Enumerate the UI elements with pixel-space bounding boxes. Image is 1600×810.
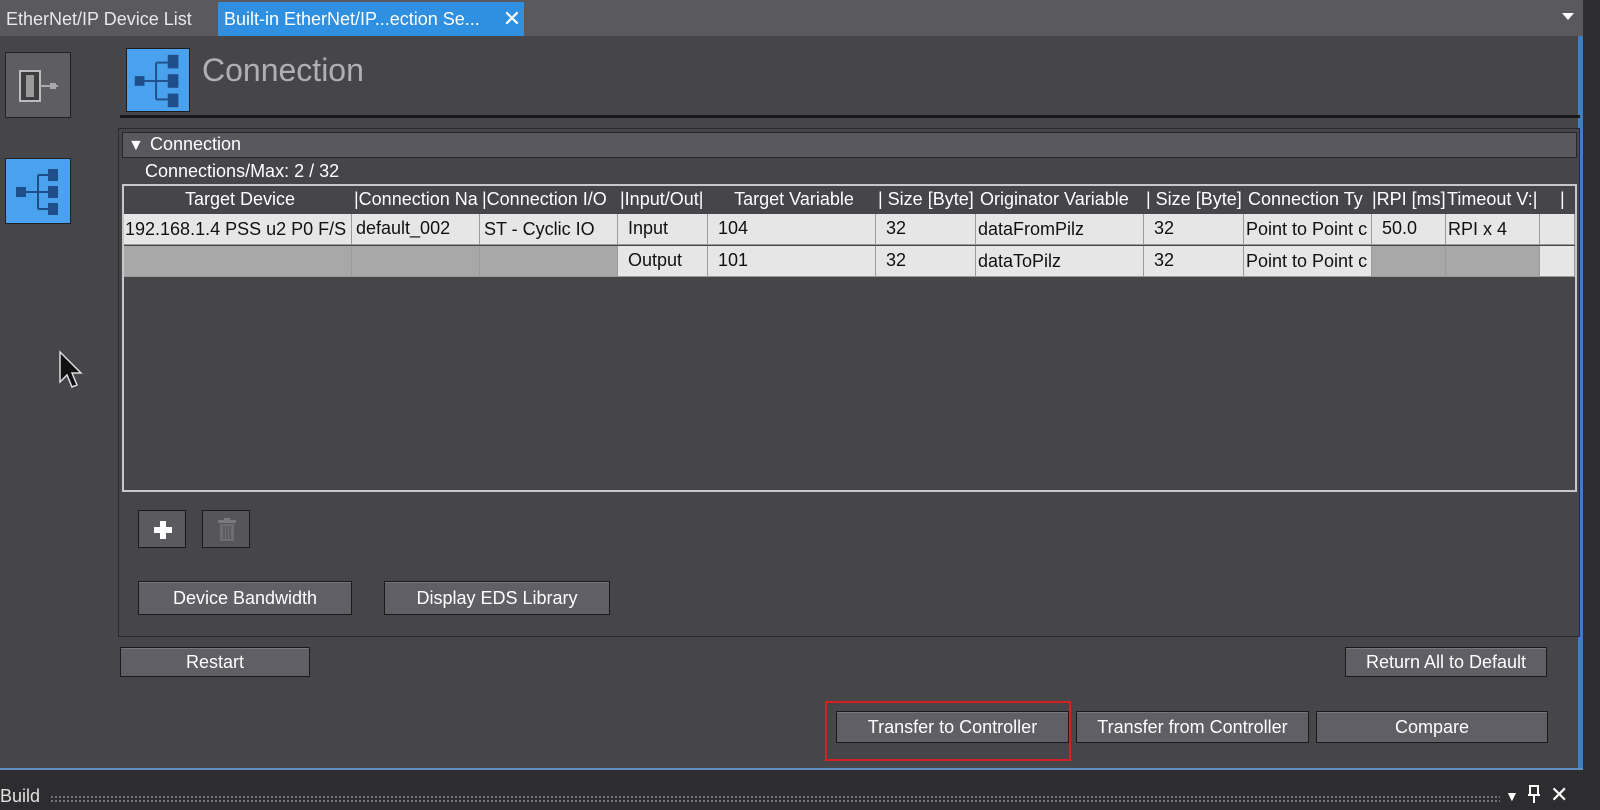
column-header[interactable]: |Connection I/O	[482, 186, 620, 212]
table-cell[interactable]	[1372, 246, 1446, 277]
table-cell[interactable]: dataFromPilz	[976, 214, 1144, 245]
transfer-from-controller-button[interactable]: Transfer from Controller	[1076, 711, 1309, 743]
column-header[interactable]: Originator Variable	[980, 186, 1144, 212]
section-title: Connection	[150, 134, 242, 154]
table-cell[interactable]: 32	[876, 246, 976, 277]
column-header[interactable]: | Size [Byte] |	[878, 186, 978, 212]
drag-grip[interactable]	[50, 795, 1500, 803]
table-cell[interactable]: dataToPilz	[976, 246, 1144, 277]
restart-button[interactable]: Restart	[120, 647, 310, 677]
column-header[interactable]: |RPI [ms]|	[1372, 186, 1447, 212]
table-cell[interactable]: Output	[618, 246, 708, 277]
highlight-box	[825, 701, 1071, 761]
column-header[interactable]: |Input/Out|	[620, 186, 710, 212]
table-cell[interactable]	[124, 246, 352, 277]
compare-button[interactable]: Compare	[1316, 711, 1548, 743]
page-title: Connection	[202, 52, 364, 88]
column-header[interactable]: Target Variable	[710, 186, 878, 212]
collapse-triangle-icon[interactable]: ▼	[128, 137, 144, 155]
add-icon	[154, 521, 172, 539]
table-cell[interactable]	[1540, 246, 1575, 277]
divider	[120, 115, 1580, 118]
device-icon[interactable]	[5, 52, 71, 118]
table-cell[interactable]: 101	[708, 246, 876, 277]
table-cell[interactable]: Point to Point c	[1244, 214, 1372, 245]
dropdown-icon[interactable]	[1558, 10, 1578, 30]
dropdown-icon[interactable]: ▼	[1505, 788, 1519, 804]
connection-count: Connections/Max: 2 / 32	[145, 161, 340, 181]
delete-connection-button[interactable]	[202, 510, 250, 548]
add-connection-button[interactable]	[138, 510, 186, 548]
column-header[interactable]: Target Device	[126, 186, 354, 212]
column-header[interactable]: | Size [Byte] |	[1146, 186, 1246, 212]
table-cell[interactable]: Input	[618, 214, 708, 245]
mouse-cursor-icon	[58, 350, 84, 390]
column-header[interactable]: Connection Ty	[1248, 186, 1372, 212]
device-bandwidth-button[interactable]: Device Bandwidth	[138, 581, 352, 615]
close-icon[interactable]: ✕	[1550, 782, 1568, 808]
column-header[interactable]: Timeout V:|	[1447, 186, 1541, 212]
display-eds-library-button[interactable]: Display EDS Library	[384, 581, 610, 615]
table-cell[interactable]: RPI x 4	[1446, 214, 1540, 245]
table-cell[interactable]: 32	[1144, 214, 1244, 245]
table-cell[interactable]: 104	[708, 214, 876, 245]
connection-header-icon	[126, 48, 190, 112]
table-cell[interactable]: 192.168.1.4 PSS u2 P0 F/S E	[124, 214, 352, 245]
build-panel-bar	[0, 770, 1583, 810]
table-cell[interactable]: Point to Point c	[1244, 246, 1372, 277]
table-cell[interactable]	[1540, 214, 1575, 245]
table-cell[interactable]	[1446, 246, 1540, 277]
tab-device-list[interactable]: EtherNet/IP Device List	[0, 2, 218, 36]
table-cell[interactable]	[480, 246, 618, 277]
trash-icon	[218, 518, 236, 541]
table-cell[interactable]	[352, 246, 480, 277]
table-cell[interactable]: 32	[1144, 246, 1244, 277]
pin-icon[interactable]	[1526, 784, 1542, 809]
table-cell[interactable]: 32	[876, 214, 976, 245]
table-cell[interactable]: default_002	[352, 214, 480, 245]
table-cell[interactable]: ST - Cyclic IO	[480, 214, 618, 245]
column-header[interactable]: |Connection Na	[354, 186, 482, 212]
section-header[interactable]	[122, 132, 1577, 158]
frame-margin	[1583, 0, 1600, 810]
close-icon[interactable]: ✕	[500, 2, 524, 36]
return-all-to-default-button[interactable]: Return All to Default	[1345, 647, 1547, 677]
column-header[interactable]: |	[1560, 186, 1574, 212]
table-cell[interactable]: 50.0	[1372, 214, 1446, 245]
tab-connection-settings[interactable]: Built-in EtherNet/IP...ection Se...	[218, 2, 524, 36]
build-panel-title[interactable]: Build	[0, 786, 40, 807]
connection-tree-icon[interactable]	[5, 158, 71, 224]
